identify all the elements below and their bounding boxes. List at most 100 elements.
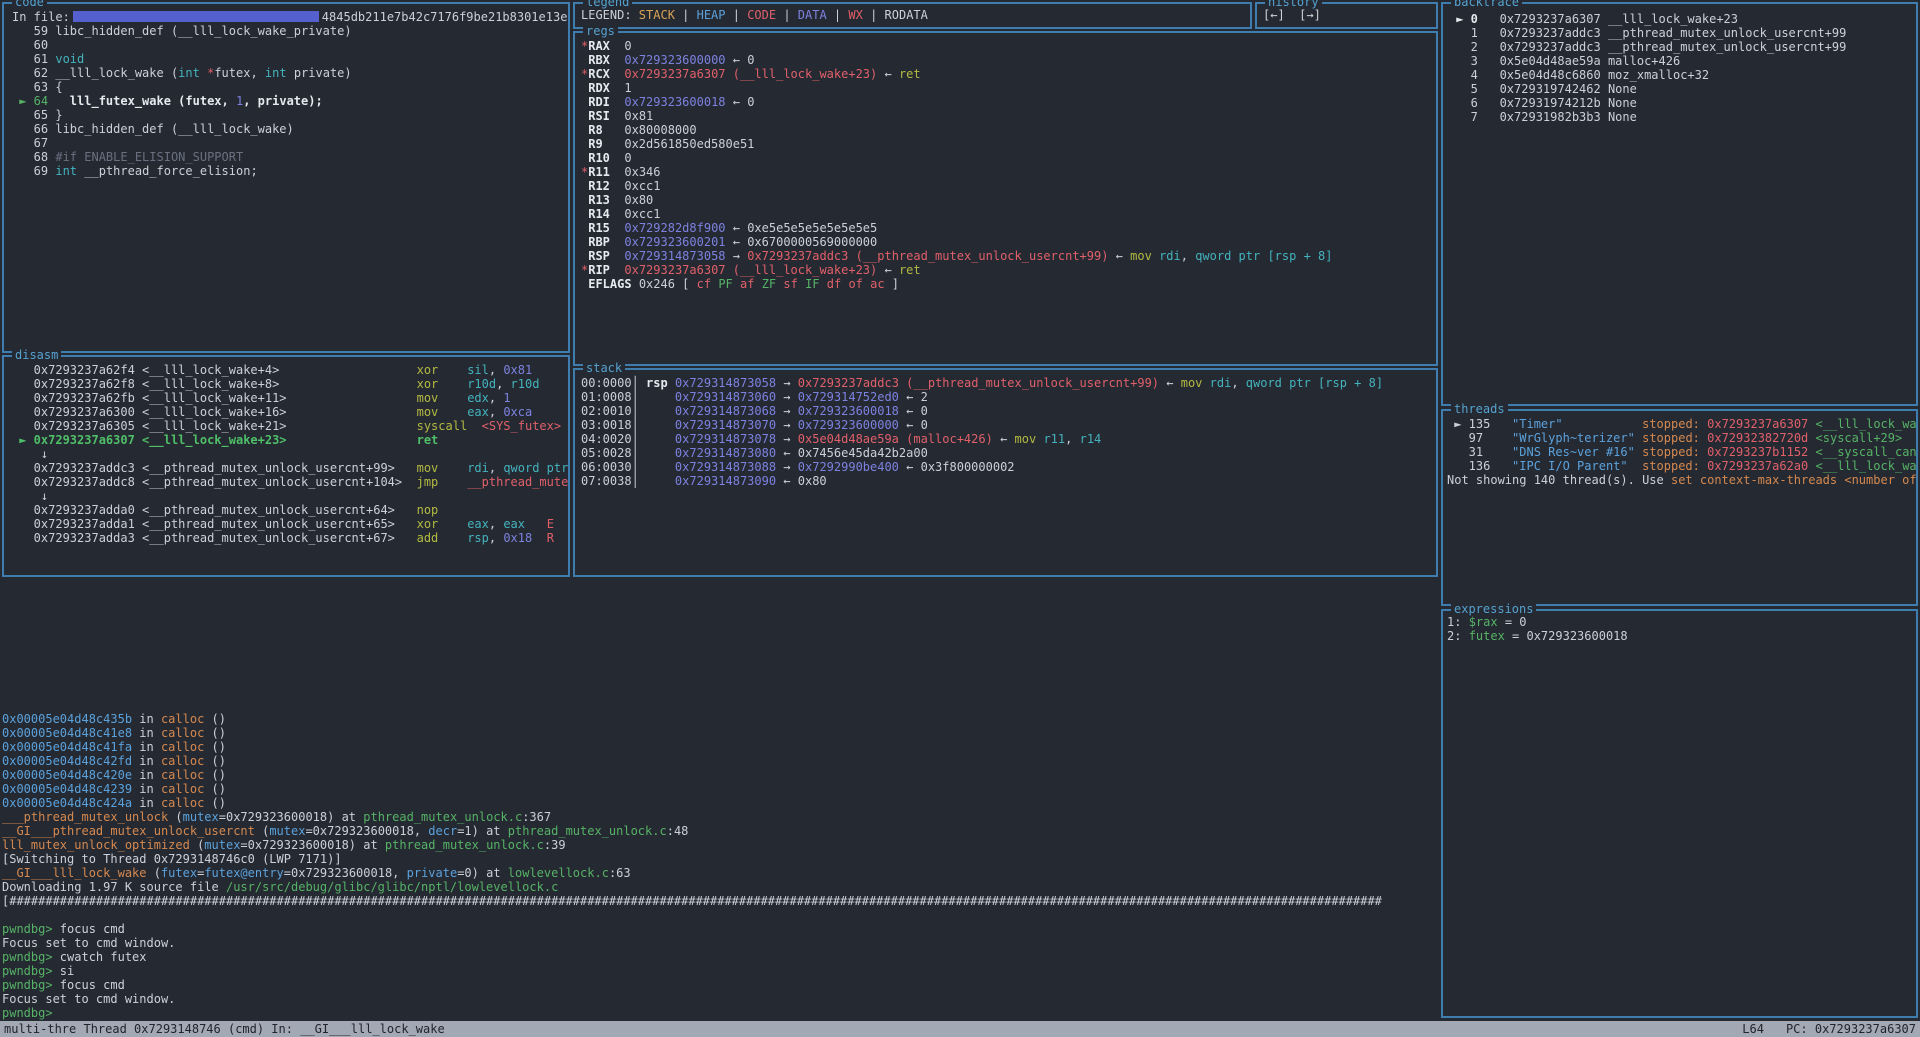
backtrace-frame: 6 0x72931974212b None <box>1449 96 1916 110</box>
thread-list: ► 135 "Timer" stopped: 0x7293237a6307 <_… <box>1447 417 1916 487</box>
history-gap <box>1285 8 1299 22</box>
file-line-prefix: In file: <box>12 10 70 24</box>
code-line: 62 __lll_lock_wake (int *futex, int priv… <box>12 66 568 80</box>
history-forward-button[interactable]: [→] <box>1299 8 1321 22</box>
backtrace-frame: 5 0x729319742462 None <box>1449 82 1916 96</box>
pane-title-expressions: expressions <box>1451 602 1536 616</box>
pane-title-history: history <box>1265 0 1322 9</box>
pane-legend: legend LEGEND: STACK | HEAP | CODE | DAT… <box>573 2 1252 29</box>
reg-row: R9 0x2d561850ed580e51 <box>581 137 1436 151</box>
expression-row: 1: $rax = 0 <box>1447 615 1916 629</box>
reg-row: RBP 0x729323600201 ← 0x6700000569000000 <box>581 235 1436 249</box>
status-line-number: L64 <box>1742 1022 1764 1036</box>
backtrace-frame: 1 0x7293237addc3 __pthread_mutex_unlock_… <box>1449 26 1916 40</box>
pane-title-threads: threads <box>1451 402 1508 416</box>
pane-title-backtrace: backtrace <box>1451 0 1522 9</box>
backtrace-frame: 3 0x5e04d48ae59a malloc+426 <box>1449 54 1916 68</box>
cmd-line <box>2 908 1918 922</box>
code-line: 66 libc_hidden_def (__lll_lock_wake) <box>12 122 568 136</box>
cmd-line: pwndbg> <box>2 1006 1918 1020</box>
backtrace-frame: 2 0x7293237addc3 __pthread_mutex_unlock_… <box>1449 40 1916 54</box>
history-controls: [←] [→] <box>1263 8 1436 22</box>
pane-history: history [←] [→] <box>1255 2 1438 29</box>
legend-row: LEGEND: STACK | HEAP | CODE | DATA | WX … <box>581 8 1250 22</box>
cmd-line: 0x00005e04d48c420e in calloc () <box>2 768 1918 782</box>
pane-title-legend: legend <box>583 0 632 9</box>
file-hash: 4845db211e7b42c7176f9be21b8301e13e <box>322 10 568 24</box>
thread-row: Not showing 140 thread(s). Use set conte… <box>1447 473 1916 487</box>
reg-row: RSP 0x729314873058 → 0x7293237addc3 (__p… <box>581 249 1436 263</box>
status-bar: multi-thre Thread 0x7293148746 (cmd) In:… <box>0 1021 1920 1037</box>
thread-row: 31 "DNS Res~ver #16" stopped: 0x7293237b… <box>1447 445 1916 459</box>
history-back-button[interactable]: [←] <box>1263 8 1285 22</box>
code-line: 65 } <box>12 108 568 122</box>
disasm-row: 0x7293237addc3 <__pthread_mutex_unlock_u… <box>12 461 568 475</box>
thread-row: 97 "WrGlyph~terizer" stopped: 0x72932382… <box>1447 431 1916 445</box>
reg-row: RSI 0x81 <box>581 109 1436 123</box>
reg-row: *RAX 0 <box>581 39 1436 53</box>
stack-row: 02:0010│ 0x729314873068 → 0x729323600018… <box>581 404 1436 418</box>
code-line: 67 <box>12 136 568 150</box>
disasm-row: 0x7293237a62f8 <__lll_lock_wake+8> xor r… <box>12 377 568 391</box>
thread-row: 136 "IPC I/O Parent" stopped: 0x7293237a… <box>1447 459 1916 473</box>
stack-row: 07:0038│ 0x729314873090 ← 0x80 <box>581 474 1436 488</box>
expression-row: 2: futex = 0x729323600018 <box>1447 629 1916 643</box>
cmd-line: Focus set to cmd window. <box>2 936 1918 950</box>
pane-stack: stack 00:0000│ rsp 0x729314873058 → 0x72… <box>573 368 1438 577</box>
cmd-line: pwndbg> cwatch futex <box>2 950 1918 964</box>
reg-row: EFLAGS 0x246 [ cf PF af ZF sf IF df of a… <box>581 277 1436 291</box>
cmd-line: lll_mutex_unlock_optimized (mutex=0x7293… <box>2 838 1918 852</box>
code-line: 69 int __pthread_force_elision; <box>12 164 568 178</box>
expression-list: 1: $rax = 02: futex = 0x729323600018 <box>1447 615 1916 643</box>
command-log: 0x00005e04d48c435b in calloc () 0x00005e0… <box>2 712 1918 1020</box>
reg-row: RDX 1 <box>581 81 1436 95</box>
code-file-line: In file: 4845db211e7b42c7176f9be21b8301e1… <box>12 10 568 24</box>
stack-row: 04:0020│ 0x729314873078 → 0x5e04d48ae59a… <box>581 432 1436 446</box>
stack-row: 01:0008│ 0x729314873060 → 0x729314752ed0… <box>581 390 1436 404</box>
cmd-line: 0x00005e04d48c435b in calloc () <box>2 712 1918 726</box>
backtrace-frame: 4 0x5e04d48c6860 moz_xmalloc+32 <box>1449 68 1916 82</box>
pane-threads: threads ► 135 "Timer" stopped: 0x7293237… <box>1441 409 1918 606</box>
command-area[interactable]: 0x00005e04d48c435b in calloc () 0x00005e0… <box>2 712 1918 1020</box>
cmd-line: ___pthread_mutex_unlock (mutex=0x7293236… <box>2 810 1918 824</box>
pane-title-code: code <box>12 0 47 9</box>
code-line: 63 { <box>12 80 568 94</box>
reg-row: RDI 0x729323600018 ← 0 <box>581 95 1436 109</box>
backtrace-frame: 7 0x72931982b3b3 None <box>1449 110 1916 124</box>
code-line: 60 <box>12 38 568 52</box>
cmd-line: Focus set to cmd window. <box>2 992 1918 1006</box>
disasm-row: ► 0x7293237a6307 <__lll_lock_wake+23> re… <box>12 433 568 447</box>
stack-listing: 00:0000│ rsp 0x729314873058 → 0x7293237a… <box>581 376 1436 488</box>
cmd-line: 0x00005e04d48c41fa in calloc () <box>2 740 1918 754</box>
cmd-line: [#######################################… <box>2 894 1918 908</box>
cmd-line: __GI___pthread_mutex_unlock_usercnt (mut… <box>2 824 1918 838</box>
code-line: 59 libc_hidden_def (__lll_lock_wake_priv… <box>12 24 568 38</box>
code-line: 61 void <box>12 52 568 66</box>
pane-title-stack: stack <box>583 361 625 375</box>
cmd-line: pwndbg> si <box>2 964 1918 978</box>
stack-row: 06:0030│ 0x729314873088 → 0x7292990be400… <box>581 460 1436 474</box>
status-left: multi-thre Thread 0x7293148746 (cmd) In:… <box>4 1021 445 1037</box>
register-list: *RAX 0 RBX 0x729323600000 ← 0*RCX 0x7293… <box>581 39 1436 291</box>
pane-code: code In file: 4845db211e7b42c7176f9be21b8… <box>2 2 570 353</box>
pane-disasm: disasm 0x7293237a62f4 <__lll_lock_wake+4… <box>2 355 570 577</box>
cmd-line: pwndbg> focus cmd <box>2 978 1918 992</box>
thread-row: ► 135 "Timer" stopped: 0x7293237a6307 <_… <box>1447 417 1916 431</box>
cmd-line: Downloading 1.97 K source file /usr/src/… <box>2 880 1918 894</box>
disasm-row: ↓ <box>12 489 568 503</box>
reg-row: R14 0xcc1 <box>581 207 1436 221</box>
disasm-row: 0x7293237a6305 <__lll_lock_wake+21> sysc… <box>12 419 568 433</box>
code-line: 68 #if ENABLE_ELISION_SUPPORT <box>12 150 568 164</box>
disasm-row: 0x7293237a6300 <__lll_lock_wake+16> mov … <box>12 405 568 419</box>
disasm-row: 0x7293237adda1 <__pthread_mutex_unlock_u… <box>12 517 568 531</box>
reg-row: *R11 0x346 <box>581 165 1436 179</box>
backtrace-frame: ► 0 0x7293237a6307 __lll_lock_wake+23 <box>1449 12 1916 26</box>
cmd-line: 0x00005e04d48c424a in calloc () <box>2 796 1918 810</box>
cmd-line: [Switching to Thread 0x7293148746c0 (LWP… <box>2 852 1918 866</box>
reg-row: *RCX 0x7293237a6307 (__lll_lock_wake+23)… <box>581 67 1436 81</box>
reg-row: R15 0x729282d8f900 ← 0xe5e5e5e5e5e5e5e5 <box>581 221 1436 235</box>
status-pc: PC: 0x7293237a6307 <box>1786 1022 1916 1036</box>
legend-items: LEGEND: STACK | HEAP | CODE | DATA | WX … <box>581 8 1250 22</box>
disasm-listing: 0x7293237a62f4 <__lll_lock_wake+4> xor s… <box>12 363 568 545</box>
disasm-row: ↓ <box>12 447 568 461</box>
